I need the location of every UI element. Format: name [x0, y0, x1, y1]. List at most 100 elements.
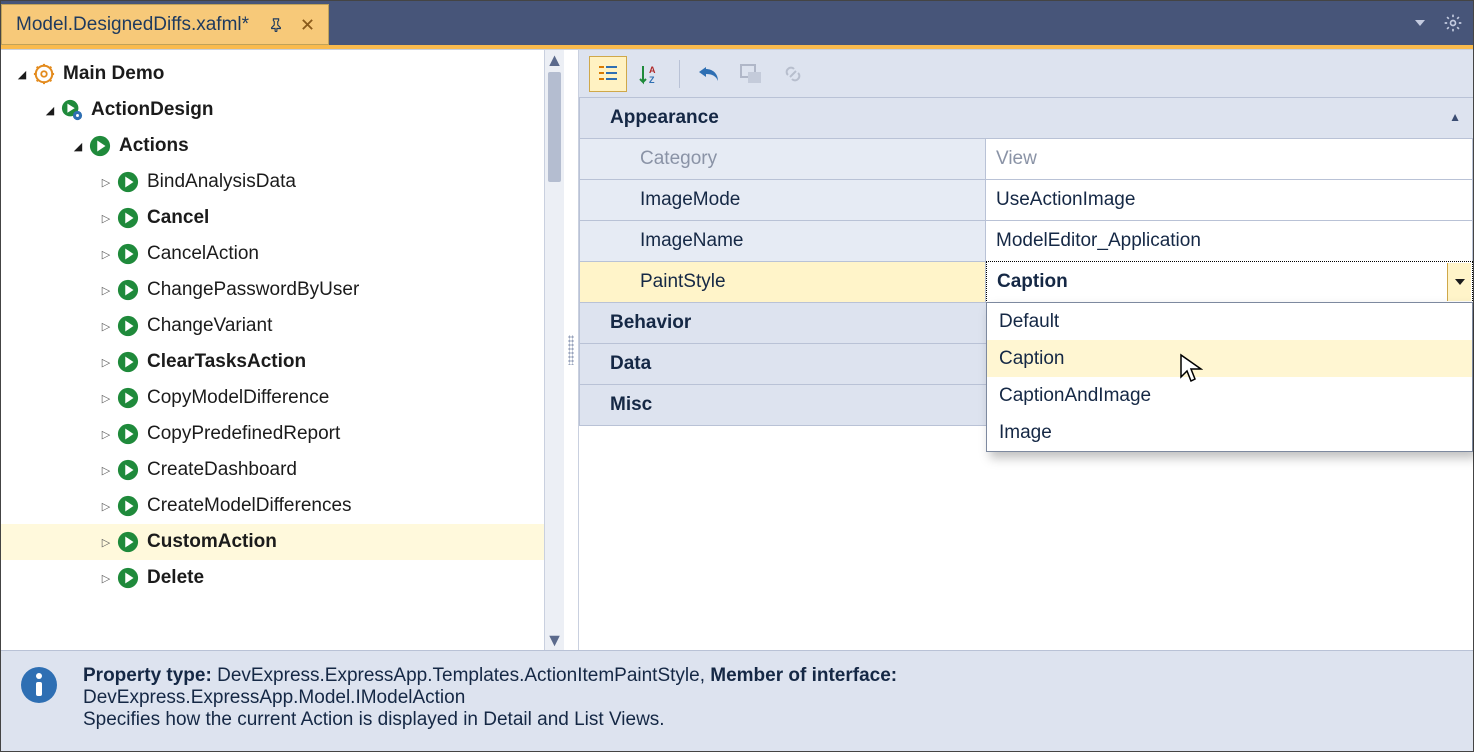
prop-value[interactable]: View — [986, 138, 1473, 180]
prop-name: ImageMode — [579, 179, 986, 221]
desc-label: Property type: — [83, 665, 217, 686]
expander-closed-icon[interactable]: ▷ — [99, 283, 113, 297]
undo-button[interactable] — [690, 56, 728, 92]
info-icon — [19, 665, 59, 705]
expander-closed-icon[interactable]: ▷ — [99, 499, 113, 513]
editor-window: Model.DesignedDiffs.xafml* ◢ Main Demo — [0, 0, 1474, 752]
tree-item[interactable]: ▷ CopyModelDifference — [1, 380, 544, 416]
tree-item[interactable]: ▷ CopyPredefinedReport — [1, 416, 544, 452]
prop-imagemode[interactable]: ImageMode UseActionImage — [579, 179, 1473, 221]
dropdown-button[interactable] — [1447, 263, 1471, 301]
tree-label: CustomAction — [147, 531, 277, 553]
tree-item[interactable]: ▷ ClearTasksAction — [1, 344, 544, 380]
pin-icon[interactable] — [269, 18, 283, 32]
play-icon — [117, 423, 139, 445]
prop-paintstyle[interactable]: PaintStyle Caption — [579, 261, 1473, 303]
chevron-down-icon — [1455, 279, 1465, 285]
category-label: Behavior — [610, 312, 691, 334]
tree-label: CancelAction — [147, 243, 259, 265]
desc-text: Specifies how the current Action is disp… — [83, 709, 897, 731]
dropdown-item[interactable]: Caption — [987, 340, 1472, 377]
expander-closed-icon[interactable]: ▷ — [99, 175, 113, 189]
scroll-thumb[interactable] — [548, 72, 561, 182]
expander-closed-icon[interactable]: ▷ — [99, 355, 113, 369]
tree-label: CopyModelDifference — [147, 387, 329, 409]
expander-closed-icon[interactable]: ▷ — [99, 319, 113, 333]
expander-closed-icon[interactable]: ▷ — [99, 427, 113, 441]
prop-imagename[interactable]: ImageName ModelEditor_Application — [579, 220, 1473, 262]
gear-icon[interactable] — [1443, 13, 1463, 33]
dropdown-item[interactable]: Image — [987, 414, 1472, 451]
play-icon — [117, 459, 139, 481]
category-label: Data — [610, 353, 651, 375]
svg-text:Z: Z — [649, 75, 655, 85]
body: ◢ Main Demo ◢ ActionDesign ◢ Actions ▷Bi… — [1, 49, 1473, 650]
scroll-down-icon[interactable]: ▼ — [545, 630, 564, 650]
prop-value[interactable]: Caption — [986, 261, 1473, 303]
document-tab[interactable]: Model.DesignedDiffs.xafml* — [1, 4, 329, 45]
prop-name: ImageName — [579, 220, 986, 262]
tree-actiondesign[interactable]: ◢ ActionDesign — [1, 92, 544, 128]
tree-label: ChangePasswordByUser — [147, 279, 359, 301]
tree-item[interactable]: ▷BindAnalysisData — [1, 164, 544, 200]
play-icon — [117, 207, 139, 229]
tab-title: Model.DesignedDiffs.xafml* — [16, 14, 249, 36]
prop-value[interactable]: ModelEditor_Application — [986, 220, 1473, 262]
tree-root[interactable]: ◢ Main Demo — [1, 56, 544, 92]
property-panel: AZ Appearance ▲ Categor — [578, 50, 1473, 650]
tree-item[interactable]: ▷Delete — [1, 560, 544, 596]
close-icon[interactable] — [301, 18, 314, 31]
expander-closed-icon[interactable]: ▷ — [99, 391, 113, 405]
tree-label: CreateDashboard — [147, 459, 297, 481]
prop-value[interactable]: UseActionImage — [986, 179, 1473, 221]
tree[interactable]: ◢ Main Demo ◢ ActionDesign ◢ Actions ▷Bi… — [1, 50, 544, 650]
dropdown-item[interactable]: Default — [987, 303, 1472, 340]
svg-text:A: A — [649, 65, 656, 75]
tree-item[interactable]: ▷ Cancel — [1, 200, 544, 236]
play-icon — [89, 135, 111, 157]
tree-item[interactable]: ▷ CreateModelDifferences — [1, 488, 544, 524]
scroll-up-icon[interactable]: ▲ — [545, 50, 564, 70]
tree-label: CopyPredefinedReport — [147, 423, 340, 445]
scrollbar[interactable]: ▲ ▼ — [544, 50, 564, 650]
tree-item[interactable]: ▷ CreateDashboard — [1, 452, 544, 488]
dropdown-item[interactable]: CaptionAndImage — [987, 377, 1472, 414]
tree-label: Cancel — [147, 207, 209, 229]
tree-label: CreateModelDifferences — [147, 495, 352, 517]
play-icon — [117, 495, 139, 517]
category-appearance[interactable]: Appearance ▲ — [579, 97, 1473, 139]
category-label: Misc — [610, 394, 652, 416]
play-icon — [117, 387, 139, 409]
expander-closed-icon[interactable]: ▷ — [99, 535, 113, 549]
prop-category[interactable]: Category View — [579, 138, 1473, 180]
category-label: Appearance — [610, 107, 719, 129]
tree-item[interactable]: ▷ CancelAction — [1, 236, 544, 272]
tree-item[interactable]: ▷ CustomAction — [1, 524, 544, 560]
play-icon — [117, 171, 139, 193]
expander-open-icon[interactable]: ◢ — [71, 139, 85, 153]
titlebar: Model.DesignedDiffs.xafml* — [1, 1, 1473, 45]
tree-item[interactable]: ▷ ChangePasswordByUser — [1, 272, 544, 308]
play-icon — [117, 315, 139, 337]
tree-item[interactable]: ▷ChangeVariant — [1, 308, 544, 344]
play-icon — [117, 243, 139, 265]
tree-actions[interactable]: ◢ Actions — [1, 128, 544, 164]
expander-closed-icon[interactable]: ▷ — [99, 247, 113, 261]
expander-open-icon[interactable]: ◢ — [15, 67, 29, 81]
description-text: Property type: DevExpress.ExpressApp.Tem… — [83, 665, 897, 731]
play-icon — [117, 567, 139, 589]
categorized-button[interactable] — [589, 56, 627, 92]
tree-label: ClearTasksAction — [147, 351, 306, 373]
property-toolbar: AZ — [579, 50, 1473, 98]
collapse-icon[interactable]: ▲ — [1449, 110, 1461, 124]
expander-closed-icon[interactable]: ▷ — [99, 463, 113, 477]
expander-closed-icon[interactable]: ▷ — [99, 571, 113, 585]
chevron-down-icon[interactable] — [1413, 16, 1427, 30]
alphabetical-button[interactable]: AZ — [631, 56, 669, 92]
play-icon — [117, 351, 139, 373]
play-icon — [117, 279, 139, 301]
expander-open-icon[interactable]: ◢ — [43, 103, 57, 117]
expander-closed-icon[interactable]: ▷ — [99, 211, 113, 225]
tree-label: ActionDesign — [91, 99, 213, 121]
splitter[interactable] — [564, 50, 578, 650]
